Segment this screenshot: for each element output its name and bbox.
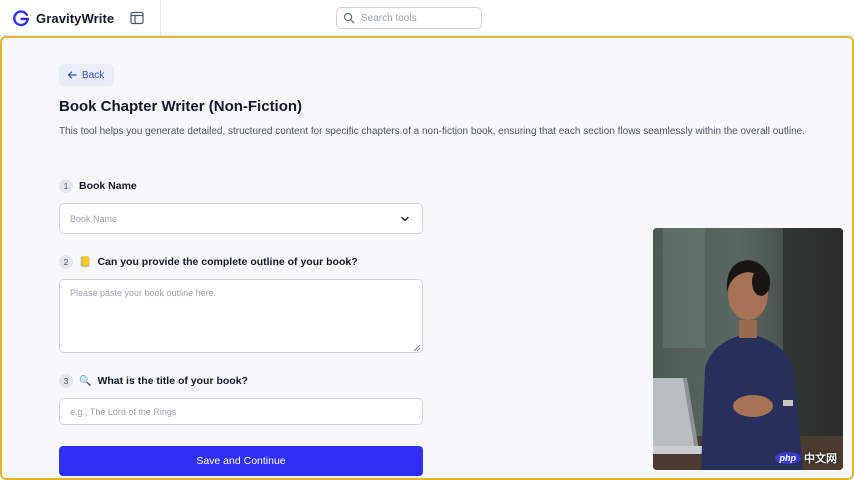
watermark-text: 中文网 — [804, 453, 837, 465]
watermark: php 中文网 — [774, 450, 837, 466]
book-name-placeholder: Book Name — [70, 213, 118, 224]
page-title: Book Chapter Writer (Non-Fiction) — [59, 98, 303, 115]
back-button[interactable]: Back — [59, 64, 115, 86]
top-bar: GravityWrite — [0, 0, 854, 36]
question-number: 2 — [59, 255, 73, 269]
search-box[interactable] — [336, 7, 482, 29]
chevron-down-icon — [401, 216, 409, 222]
arrow-left-icon — [67, 71, 77, 79]
watermark-logo: php — [774, 452, 801, 464]
resize-handle-icon[interactable] — [413, 344, 421, 352]
book-name-select[interactable]: Book Name — [59, 203, 423, 234]
gravitywrite-logo-icon — [13, 10, 30, 27]
search-icon — [343, 12, 355, 24]
sidebar-toggle-icon[interactable] — [130, 11, 144, 25]
book-title-input[interactable] — [59, 398, 423, 425]
question-3-label: 3 🔍 What is the title of your book? — [59, 374, 248, 388]
topbar-divider — [160, 0, 161, 36]
question-text: Book Name — [79, 180, 137, 192]
question-text: Can you provide the complete outline of … — [97, 256, 358, 268]
brand[interactable]: GravityWrite — [12, 9, 114, 27]
question-number: 3 — [59, 374, 73, 388]
question-text: What is the title of your book? — [97, 375, 248, 387]
notebook-icon: 📒 — [79, 256, 92, 268]
question-number: 1 — [59, 179, 73, 193]
question-2-label: 2 📒 Can you provide the complete outline… — [59, 255, 358, 269]
save-and-continue-button[interactable]: Save and Continue — [59, 446, 423, 476]
presenter-video-frame — [653, 228, 843, 470]
question-1-label: 1 Book Name — [59, 179, 137, 193]
magnifier-icon: 🔍 — [79, 375, 92, 387]
back-label: Back — [82, 69, 105, 81]
presenter-video: php 中文网 — [653, 228, 843, 470]
book-outline-textarea[interactable] — [59, 279, 423, 353]
search-input[interactable] — [361, 12, 481, 24]
page-description: This tool helps you generate detailed, s… — [59, 126, 805, 137]
brand-name: GravityWrite — [36, 10, 115, 26]
